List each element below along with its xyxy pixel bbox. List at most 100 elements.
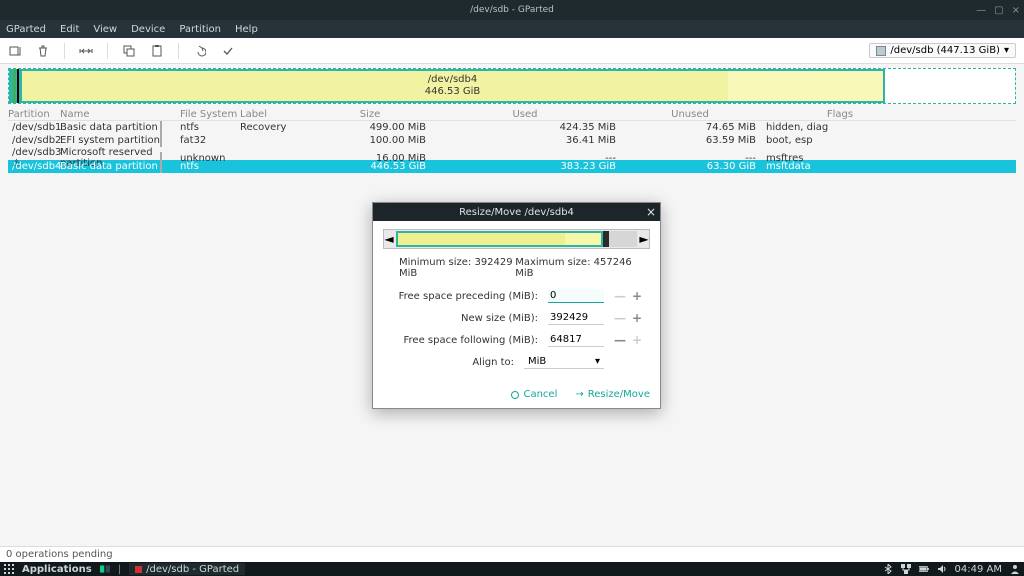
following-increment[interactable]: +	[632, 333, 642, 347]
copy-icon[interactable]	[122, 44, 136, 58]
col-partition[interactable]: Partition	[8, 109, 60, 120]
slider-right-arrow[interactable]: ►	[639, 232, 649, 246]
applications-menu[interactable]: Applications	[22, 564, 92, 575]
newsize-decrement[interactable]: —	[614, 311, 626, 325]
slider-filled[interactable]	[396, 231, 603, 247]
cancel-button[interactable]: Cancel	[511, 389, 557, 400]
taskbar-task-gparted[interactable]: /dev/sdb - GParted	[129, 563, 245, 575]
menu-gparted[interactable]: GParted	[6, 24, 46, 35]
paste-icon[interactable]	[150, 44, 164, 58]
cell-fs: fat32	[180, 135, 240, 146]
bluetooth-icon[interactable]	[883, 564, 893, 574]
col-flags[interactable]: Flags	[760, 109, 920, 120]
fs-swatch	[160, 121, 162, 134]
resize-move-dialog: Resize/Move /dev/sdb4 × ◄ ► Minimum size…	[372, 202, 661, 409]
menu-help[interactable]: Help	[235, 24, 258, 35]
workspace-switcher-icon[interactable]	[100, 564, 110, 574]
cell-name: Basic data partition	[60, 161, 160, 172]
diskmap-used-portion	[22, 71, 728, 101]
cell-used: 383.23 GiB	[430, 161, 620, 172]
table-row[interactable]: /dev/sdb3 ⚠Microsoft reserved partitionu…	[8, 147, 1016, 160]
toolbar-separator	[107, 43, 108, 59]
align-value: MiB	[528, 356, 546, 367]
fs-swatch	[160, 160, 162, 173]
cell-label: Recovery	[240, 122, 310, 133]
app-icon	[135, 566, 142, 573]
window-maximize-button[interactable]: ▢	[994, 5, 1003, 16]
diskmap-partition-size: 446.53 GiB	[425, 86, 481, 98]
cell-unused: 74.65 MiB	[620, 122, 760, 133]
following-input[interactable]: 64817	[548, 333, 604, 347]
table-header: Partition Name File System Label Size Us…	[8, 108, 1016, 121]
diskmap-sdb4[interactable]: /dev/sdb4 446.53 GiB	[20, 69, 885, 103]
col-name[interactable]: Name	[60, 109, 160, 120]
col-unused[interactable]: Unused	[620, 109, 760, 120]
col-label[interactable]: Label	[240, 109, 310, 120]
preceding-decrement[interactable]: —	[614, 289, 626, 303]
battery-icon[interactable]	[919, 564, 929, 574]
diskmap-unallocated[interactable]	[885, 69, 1015, 103]
disk-map[interactable]: /dev/sdb4 446.53 GiB	[8, 68, 1016, 104]
slider-empty[interactable]	[609, 231, 637, 247]
statusbar: 0 operations pending	[0, 546, 1024, 562]
apps-grid-icon[interactable]	[4, 564, 14, 574]
cancel-label: Cancel	[523, 389, 557, 400]
align-dropdown[interactable]: MiB ▾	[524, 355, 604, 369]
menu-edit[interactable]: Edit	[60, 24, 79, 35]
cell-size: 499.00 MiB	[310, 122, 430, 133]
preceding-label: Free space preceding (MiB):	[383, 291, 538, 302]
col-size[interactable]: Size	[310, 109, 430, 120]
table-row[interactable]: /dev/sdb4Basic data partitionntfs446.53 …	[8, 160, 1016, 173]
delete-icon[interactable]	[36, 44, 50, 58]
table-row[interactable]: /dev/sdb1Basic data partitionntfsRecover…	[8, 121, 1016, 134]
cancel-icon	[511, 391, 519, 399]
cell-unused: 63.59 MiB	[620, 135, 760, 146]
system-tray: 04:49 AM	[883, 564, 1020, 575]
dialog-title: Resize/Move /dev/sdb4	[459, 207, 574, 218]
cell-partition: /dev/sdb2	[8, 135, 60, 146]
network-icon[interactable]	[901, 564, 911, 574]
resize-icon[interactable]	[79, 44, 93, 58]
status-text: 0 operations pending	[6, 549, 113, 560]
device-selector[interactable]: /dev/sdb (447.13 GiB) ▾	[869, 43, 1016, 58]
chevron-down-icon: ▾	[595, 356, 600, 367]
diskmap-partition-label: /dev/sdb4	[425, 74, 481, 86]
preceding-increment[interactable]: +	[632, 289, 642, 303]
cell-size: 100.00 MiB	[310, 135, 430, 146]
newsize-increment[interactable]: +	[632, 311, 642, 325]
table-row[interactable]: /dev/sdb2EFI system partition fat32 100.00…	[8, 134, 1016, 147]
menu-partition[interactable]: Partition	[179, 24, 221, 35]
newsize-input[interactable]: 392429	[548, 311, 604, 325]
volume-icon[interactable]	[937, 564, 947, 574]
window-close-button[interactable]: ×	[1012, 5, 1020, 16]
following-decrement[interactable]: —	[614, 333, 626, 347]
cell-name: EFI system partition	[60, 135, 160, 146]
apply-icon[interactable]	[221, 44, 235, 58]
undo-icon[interactable]	[193, 44, 207, 58]
window-title: /dev/sdb - GParted	[470, 5, 554, 15]
user-menu-icon[interactable]	[1010, 564, 1020, 574]
resize-slider[interactable]: ◄ ►	[383, 229, 650, 249]
window-minimize-button[interactable]: —	[976, 5, 986, 16]
col-filesystem[interactable]: File System	[180, 109, 240, 120]
toolbar: /dev/sdb (447.13 GiB) ▾	[0, 38, 1024, 64]
partition-table: Partition Name File System Label Size Us…	[8, 108, 1016, 173]
preceding-input[interactable]: 0	[548, 289, 604, 303]
window-titlebar: /dev/sdb - GParted — ▢ ×	[0, 0, 1024, 20]
clock[interactable]: 04:49 AM	[955, 564, 1002, 575]
cell-flags: boot, esp	[760, 135, 920, 146]
dialog-titlebar[interactable]: Resize/Move /dev/sdb4 ×	[373, 203, 660, 221]
newsize-label: New size (MiB):	[383, 313, 538, 324]
task-label: /dev/sdb - GParted	[146, 564, 239, 575]
disk-icon	[876, 46, 886, 56]
dialog-close-button[interactable]: ×	[646, 206, 656, 218]
slider-left-arrow[interactable]: ◄	[384, 232, 394, 246]
resize-move-button[interactable]: → Resize/Move	[575, 389, 650, 400]
new-partition-icon[interactable]	[8, 44, 22, 58]
menu-device[interactable]: Device	[131, 24, 165, 35]
menu-view[interactable]: View	[93, 24, 117, 35]
cell-flags: msftdata	[760, 161, 920, 172]
col-used[interactable]: Used	[430, 109, 620, 120]
cell-partition: /dev/sdb4	[8, 161, 60, 172]
cell-name: Basic data partition	[60, 122, 160, 133]
